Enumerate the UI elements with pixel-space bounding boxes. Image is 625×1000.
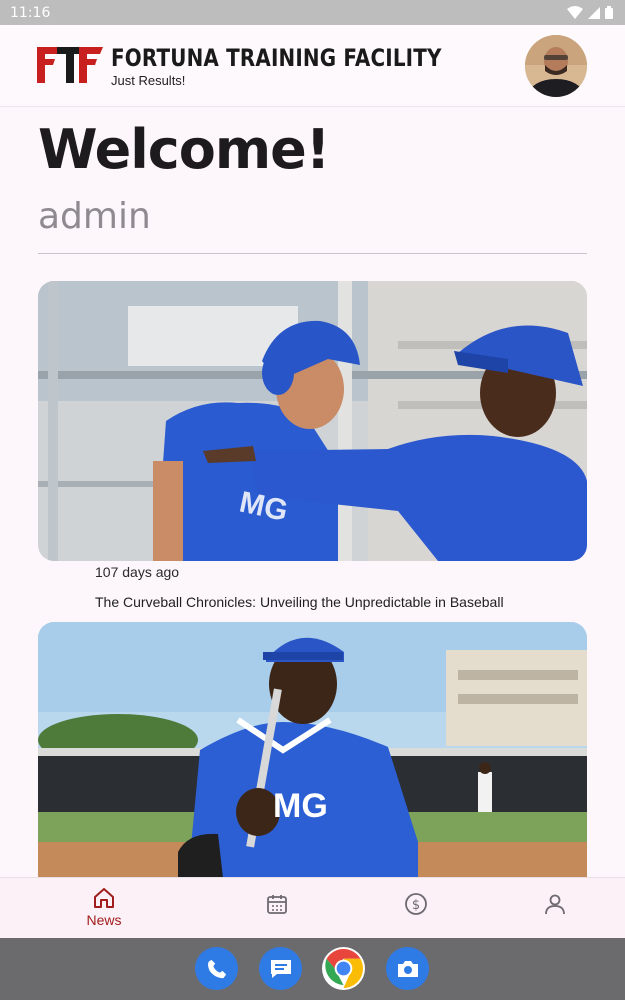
svg-text:MG: MG bbox=[273, 787, 328, 825]
bottom-navigation: News $ bbox=[0, 877, 625, 938]
calendar-icon bbox=[267, 895, 287, 914]
welcome-heading: Welcome! bbox=[38, 118, 330, 181]
avatar-photo bbox=[525, 35, 587, 97]
news-photo-batter: MG bbox=[38, 622, 587, 878]
messages-app[interactable] bbox=[259, 947, 302, 990]
camera-app[interactable] bbox=[386, 947, 429, 990]
section-divider bbox=[38, 253, 587, 254]
ftf-logo bbox=[37, 47, 103, 83]
wifi-icon bbox=[567, 6, 583, 19]
chrome-app[interactable] bbox=[322, 947, 365, 990]
news-card-image[interactable]: MG bbox=[38, 622, 587, 878]
username-label: admin bbox=[38, 196, 151, 237]
news-title[interactable]: The Curveball Chronicles: Unveiling the … bbox=[95, 594, 504, 610]
chrome-icon bbox=[325, 948, 364, 989]
battery-icon bbox=[605, 6, 613, 19]
nav-tab-calendar[interactable] bbox=[237, 878, 317, 939]
messages-icon bbox=[270, 959, 291, 978]
nav-tab-news[interactable]: News bbox=[64, 878, 144, 939]
system-dock bbox=[0, 938, 625, 1000]
home-icon bbox=[94, 888, 114, 908]
news-photo-coach-player: MG bbox=[38, 281, 587, 561]
phone-icon bbox=[207, 959, 226, 978]
phone-app[interactable] bbox=[195, 947, 238, 990]
person-icon bbox=[545, 894, 565, 915]
dollar-icon: $ bbox=[405, 893, 427, 915]
signal-icon bbox=[588, 6, 600, 19]
user-avatar[interactable] bbox=[525, 35, 587, 97]
nav-label-news: News bbox=[86, 912, 122, 928]
news-date: 107 days ago bbox=[95, 564, 180, 580]
status-time: 11:16 bbox=[10, 4, 51, 21]
news-card-image[interactable]: MG bbox=[38, 281, 587, 561]
status-bar: 11:16 bbox=[0, 0, 625, 25]
svg-text:$: $ bbox=[412, 898, 420, 913]
system-icons bbox=[567, 6, 613, 19]
brand-tagline: Just Results! bbox=[111, 73, 186, 88]
nav-tab-payments[interactable]: $ bbox=[376, 878, 456, 939]
brand-title: FORTUNA TRAINING FACILITY bbox=[111, 44, 442, 72]
nav-tab-profile[interactable] bbox=[515, 878, 595, 939]
app-header: FORTUNA TRAINING FACILITY Just Results! bbox=[0, 25, 625, 107]
camera-icon bbox=[397, 960, 418, 977]
